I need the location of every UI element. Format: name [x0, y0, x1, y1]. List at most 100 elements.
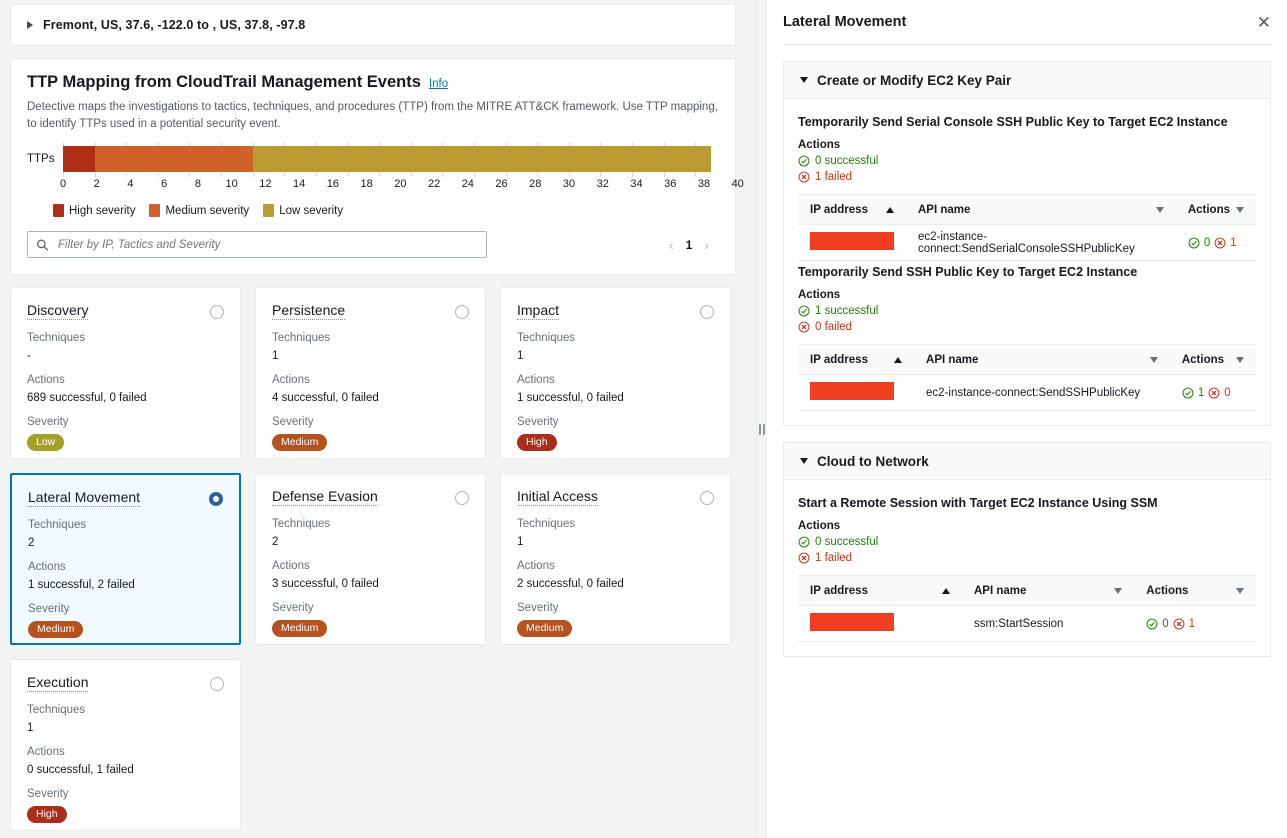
page-title: TTP Mapping from CloudTrail Management E… — [27, 73, 421, 91]
chart-x-tick-label: 2 — [93, 178, 100, 191]
redacted-ip-block — [810, 232, 894, 250]
chart-bar-segment[interactable] — [252, 146, 712, 173]
pagination-next-button[interactable]: › — [704, 237, 709, 253]
geo-collapsible-row[interactable]: Fremont, US, 37.6, -122.0 to , US, 37.8,… — [10, 4, 736, 46]
table-row[interactable]: ec2-instance-connect:SendSSHPublicKey 1 0 — [798, 374, 1256, 411]
tactic-card-grid: Discovery Techniques - Actions 689 successfu… — [10, 287, 736, 832]
actions-value: 689 successful, 0 failed — [27, 392, 147, 405]
technique-title: Start a Remote Session with Target EC2 I… — [798, 496, 1158, 510]
tactic-radio-button[interactable] — [700, 491, 714, 506]
severity-label: Severity — [517, 602, 559, 615]
chart-bar-segment[interactable] — [63, 146, 95, 173]
section-header[interactable]: Create or Modify EC2 Key Pair — [784, 62, 1270, 99]
chart-legend-item[interactable]: Low severity — [263, 204, 343, 218]
tactic-card-impact[interactable]: Impact Techniques 1 Actions 1 successful, 0 … — [500, 287, 731, 460]
pagination: ‹ 1 › — [669, 237, 719, 253]
tactic-name-link[interactable]: Execution — [27, 674, 89, 693]
tactic-name-link[interactable]: Initial Access — [517, 488, 598, 507]
section-header[interactable]: Cloud to Network — [784, 443, 1270, 480]
ttp-description: Detective maps the investigations to tac… — [27, 101, 718, 130]
column-header-label: Actions — [1187, 203, 1230, 216]
tactic-radio-button[interactable] — [210, 677, 224, 692]
column-header[interactable]: API name — [914, 344, 1170, 375]
sort-ascending-icon[interactable] — [941, 587, 950, 594]
sort-descending-icon[interactable] — [1155, 206, 1164, 213]
severity-badge: Low — [27, 434, 65, 452]
chart-bar-segment[interactable] — [94, 146, 253, 173]
api-activity-table: IP address API name Actions ec2-instance-co… — [798, 344, 1256, 411]
pagination-page-1[interactable]: 1 — [686, 238, 693, 252]
failure-x-icon — [798, 552, 810, 564]
info-link[interactable]: Info — [429, 78, 448, 90]
column-header[interactable]: IP address — [798, 575, 962, 606]
tactic-radio-button[interactable] — [209, 492, 223, 507]
search-icon — [37, 239, 49, 251]
column-header[interactable]: IP address — [798, 194, 906, 225]
tactic-card-execution[interactable]: Execution Techniques 1 Actions 0 successful,… — [10, 659, 241, 832]
tactic-card-initial-access[interactable]: Initial Access Techniques 1 Actions 2 succes… — [500, 473, 731, 646]
tactic-name-link[interactable]: Persistence — [272, 302, 346, 321]
tactic-radio-button[interactable] — [210, 305, 224, 320]
panel-resize-grip-icon[interactable] — [758, 424, 765, 435]
tactic-name-link[interactable]: Defense Evasion — [272, 488, 378, 507]
tactic-name-link[interactable]: Discovery — [27, 302, 89, 321]
ip-address-cell — [798, 605, 962, 642]
table-row[interactable]: ec2-instance-connect:SendSerialConsoleSS… — [798, 224, 1256, 261]
sort-descending-icon[interactable] — [1236, 356, 1244, 363]
search-box[interactable] — [27, 231, 487, 259]
chart-x-tick-label: 30 — [562, 178, 576, 191]
chart-x-tick-label: 26 — [495, 178, 508, 191]
tactic-card-discovery[interactable]: Discovery Techniques - Actions 689 successfu… — [10, 287, 241, 460]
legend-swatch-icon — [53, 204, 64, 218]
column-header[interactable]: Actions — [1134, 575, 1256, 606]
tactic-card-lateral-movement[interactable]: Lateral Movement Techniques 2 Actions 1 succ… — [10, 473, 241, 646]
tactic-name-link[interactable]: Impact — [517, 302, 560, 321]
caret-down-icon[interactable] — [800, 77, 808, 83]
severity-label: Severity — [28, 603, 70, 616]
column-header-label: IP address — [810, 353, 868, 366]
techniques-label: Techniques — [272, 332, 331, 345]
sort-ascending-icon[interactable] — [886, 206, 894, 213]
actions-label: Actions — [28, 561, 66, 574]
left-pane: Fremont, US, 37.6, -122.0 to , US, 37.8,… — [0, 0, 756, 838]
column-header[interactable]: API name — [961, 575, 1135, 606]
sort-descending-icon[interactable] — [1149, 356, 1158, 363]
actions-cell: 01 — [1175, 224, 1256, 261]
detective-ttp-page: Fremont, US, 37.6, -122.0 to , US, 37.8,… — [0, 0, 1287, 838]
techniques-value: 2 — [28, 537, 35, 550]
tactic-radio-button[interactable] — [455, 491, 469, 506]
api-name-cell: ec2-instance-connect:SendSerialConsoleSS… — [906, 224, 1176, 261]
close-icon[interactable]: ✕ — [1257, 14, 1271, 31]
sort-descending-icon[interactable] — [1236, 587, 1244, 594]
chart-legend-item[interactable]: Medium severity — [149, 204, 249, 218]
section-body: Temporarily Send Serial Console SSH Publ… — [784, 99, 1270, 425]
chart-x-tick-label: 10 — [225, 178, 238, 191]
table-row[interactable]: ssm:StartSession 0 1 — [798, 605, 1256, 642]
tactic-card-defense-evasion[interactable]: Defense Evasion Techniques 2 Actions 3 succe… — [255, 473, 486, 646]
search-input[interactable] — [56, 237, 486, 252]
tactic-card-persistence[interactable]: Persistence Techniques 1 Actions 4 successfu… — [255, 287, 486, 460]
column-header[interactable]: IP address — [798, 344, 915, 375]
column-header-label: Actions — [1146, 584, 1189, 597]
chart-legend-item[interactable]: High severity — [53, 204, 135, 218]
techniques-label: Techniques — [517, 332, 576, 345]
technique-title: Temporarily Send Serial Console SSH Publ… — [798, 115, 1228, 129]
sort-ascending-icon[interactable] — [894, 356, 903, 363]
column-header[interactable]: Actions — [1169, 344, 1256, 375]
column-header[interactable]: API name — [906, 194, 1176, 225]
sort-descending-icon[interactable] — [1114, 587, 1123, 594]
chart-x-tick-label: 34 — [630, 178, 643, 191]
sort-descending-icon[interactable] — [1236, 206, 1244, 213]
actions-label: Actions — [27, 374, 65, 387]
severity-label: Severity — [517, 416, 559, 429]
panel-resize-handle[interactable] — [756, 0, 767, 838]
chart-plot-area — [63, 142, 719, 178]
caret-right-icon[interactable] — [27, 21, 33, 29]
tactic-radio-button[interactable] — [455, 305, 469, 320]
tactic-radio-button[interactable] — [700, 305, 714, 320]
tactic-name-link[interactable]: Lateral Movement — [28, 489, 141, 508]
severity-badge: Medium — [517, 620, 573, 638]
caret-down-icon[interactable] — [800, 458, 808, 464]
pagination-prev-button[interactable]: ‹ — [669, 237, 674, 253]
column-header[interactable]: Actions — [1175, 194, 1256, 225]
